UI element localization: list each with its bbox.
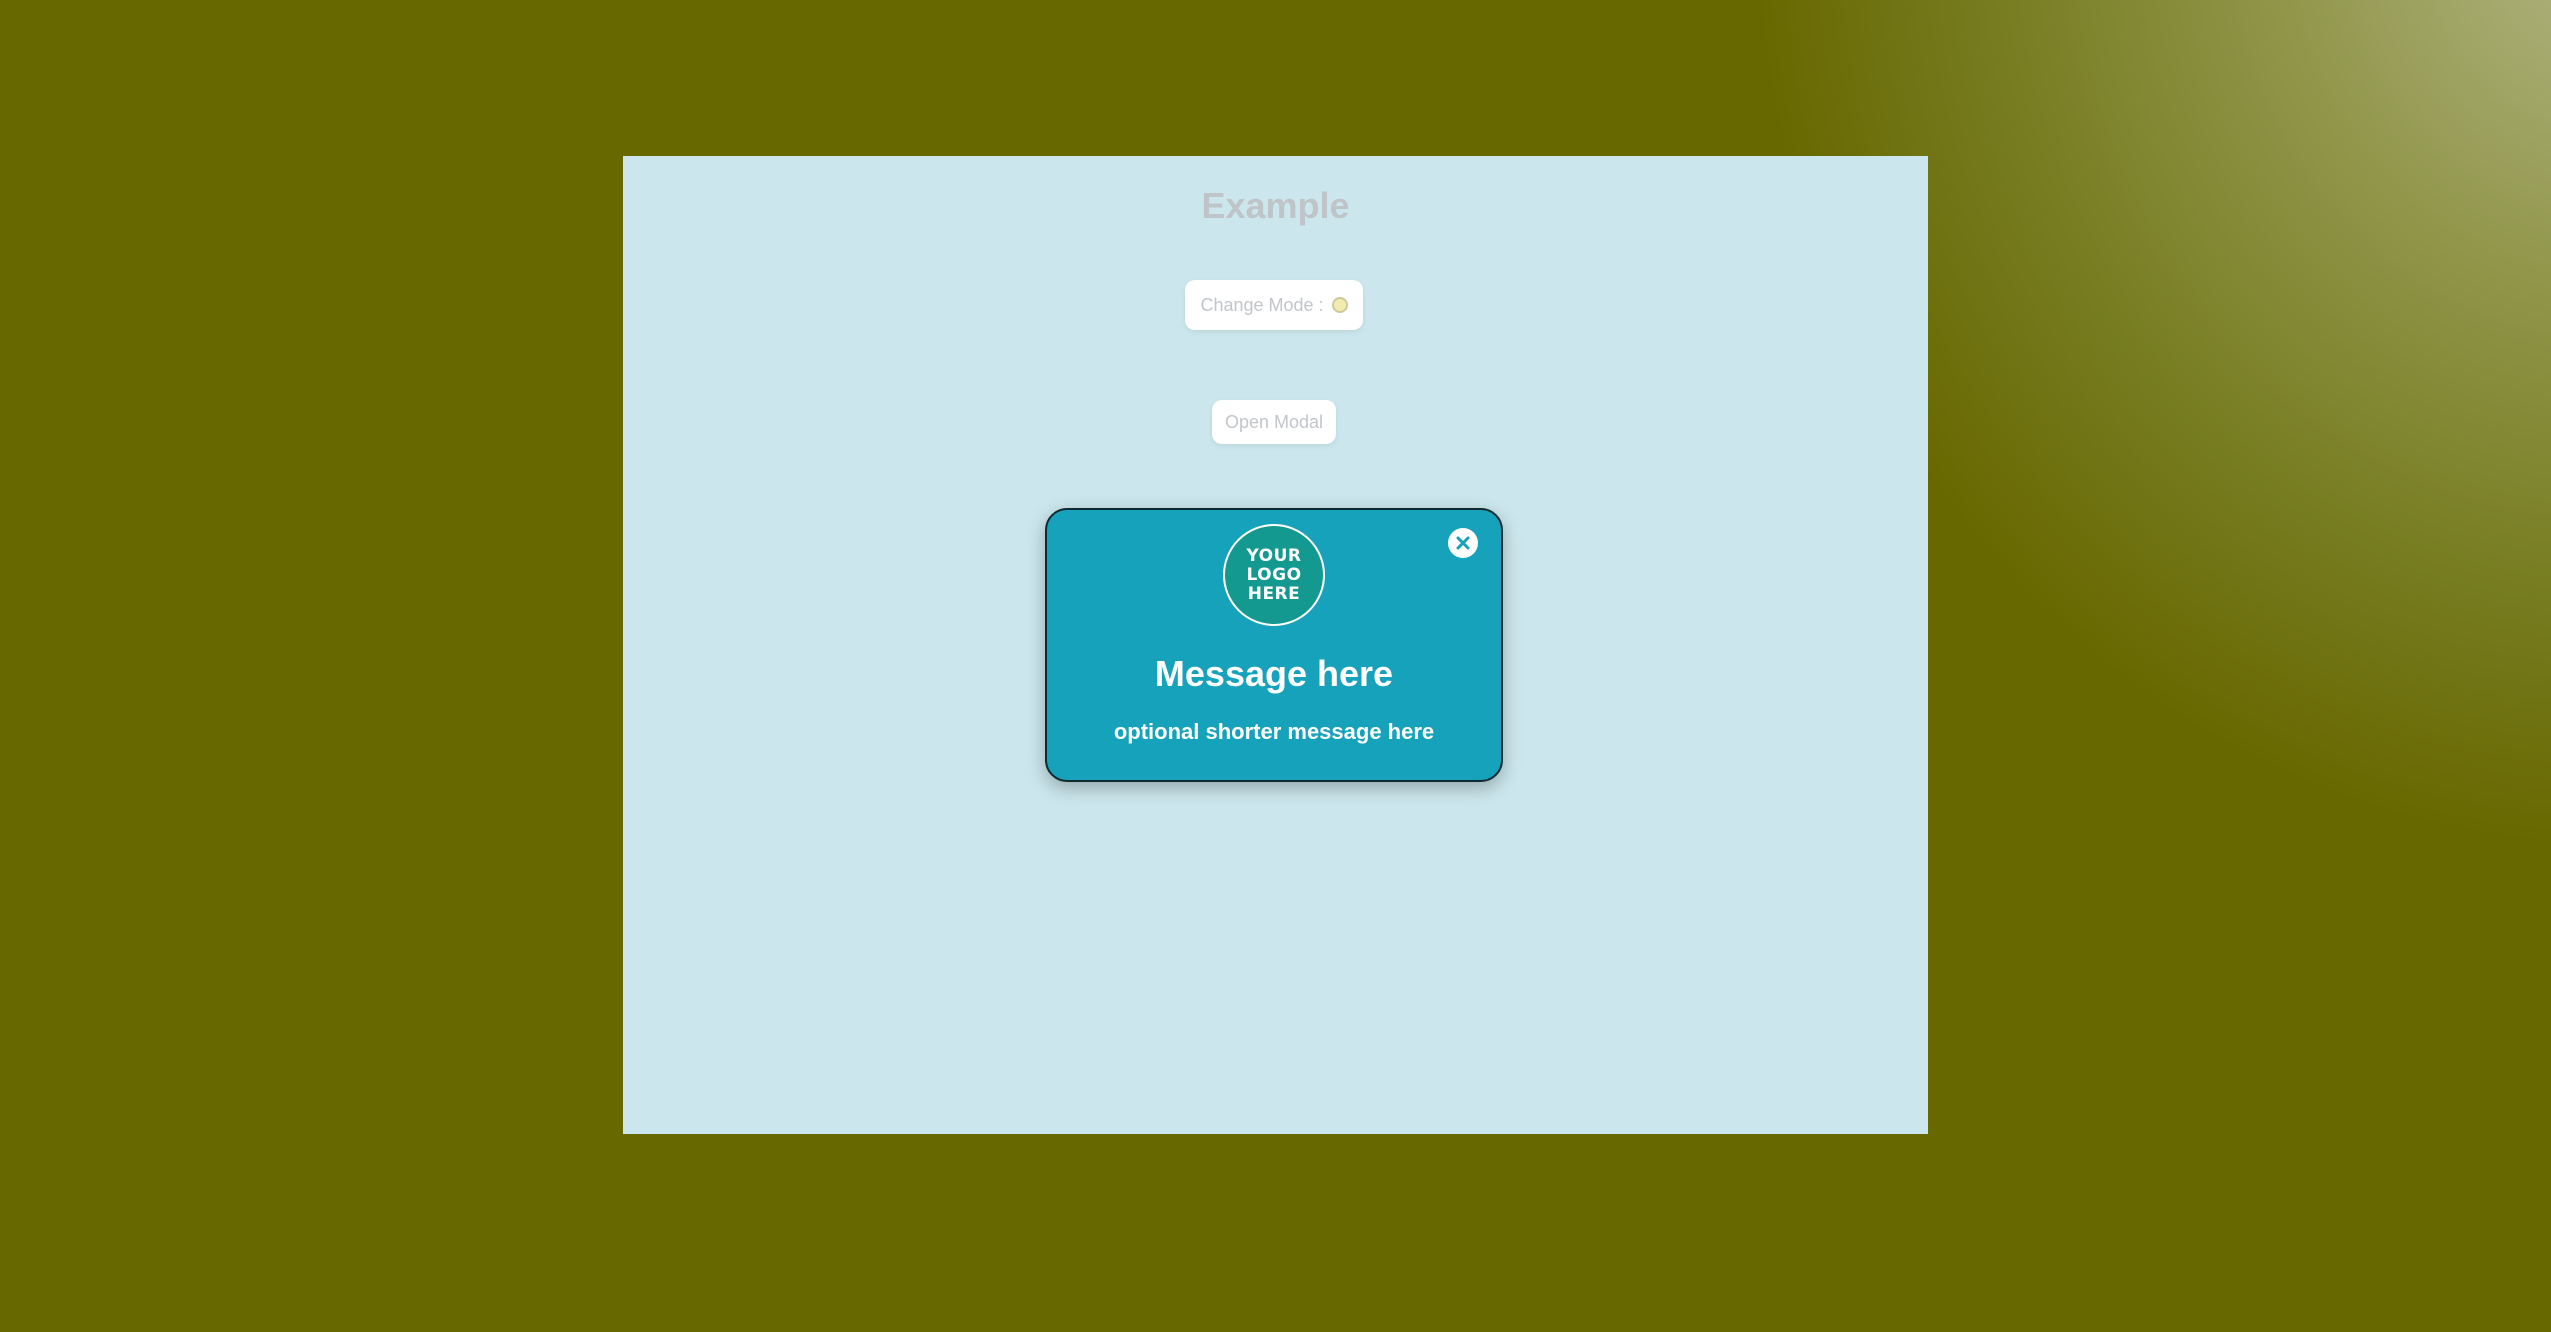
open-modal-button[interactable]: Open Modal — [1212, 400, 1336, 444]
page-title: Example — [1201, 185, 1350, 226]
change-mode-button[interactable]: Change Mode : — [1185, 280, 1363, 330]
mode-indicator-icon — [1331, 297, 1348, 313]
app-frame: Example Change Mode : Open Modal YOUR LO… — [623, 156, 1928, 1134]
logo-text-line: HERE — [1247, 583, 1301, 604]
modal-dialog: YOUR LOGO HERE Message here optional sho… — [1045, 508, 1503, 782]
logo-text-line: LOGO — [1246, 564, 1302, 585]
close-button[interactable] — [1448, 528, 1478, 558]
change-mode-label: Change Mode : — [1200, 294, 1324, 315]
modal-title: Message here — [1154, 653, 1394, 694]
modal-subtitle: optional shorter message here — [1113, 719, 1435, 744]
close-icon — [1456, 536, 1470, 550]
logo-text-line: YOUR — [1246, 545, 1302, 566]
logo-placeholder: YOUR LOGO HERE — [1223, 524, 1325, 626]
